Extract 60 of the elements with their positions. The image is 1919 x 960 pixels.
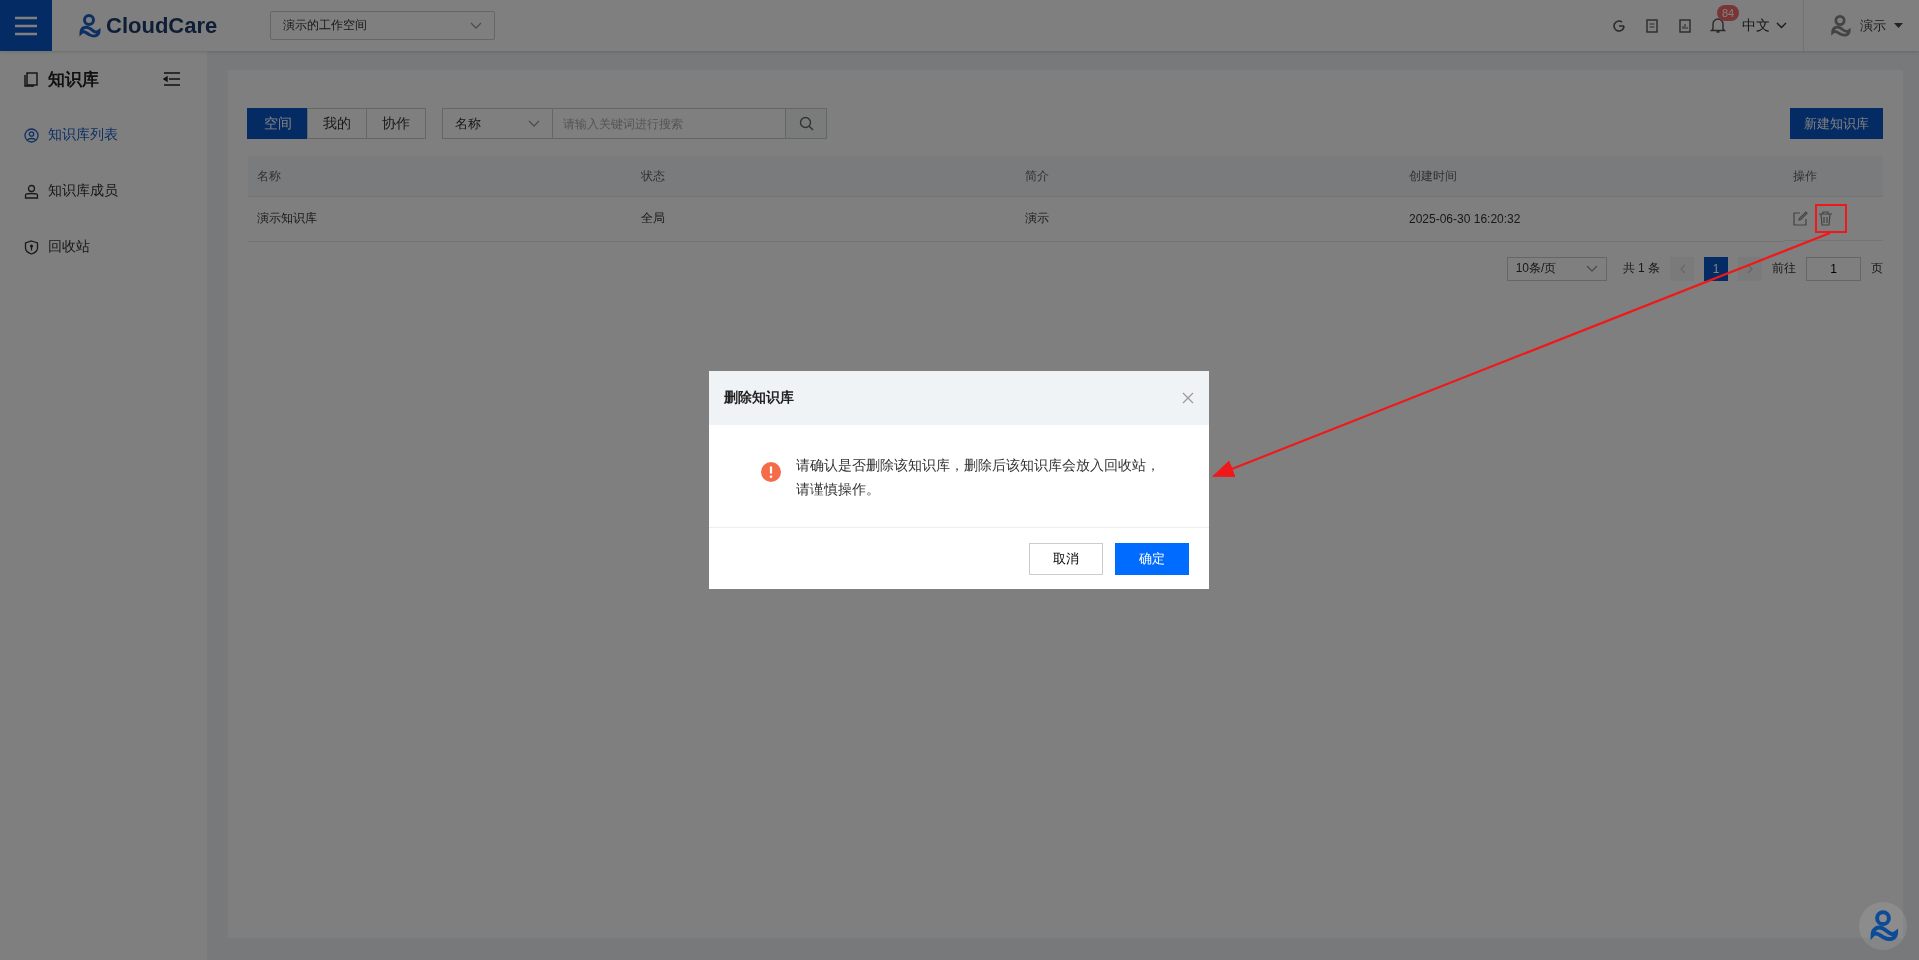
column-header: 简介 <box>1025 168 1049 183</box>
language-select[interactable]: 中文 <box>1742 16 1787 35</box>
document-icon[interactable] <box>1644 17 1660 34</box>
notification-badge: 84 <box>1717 5 1740 21</box>
collapse-icon[interactable] <box>163 72 180 86</box>
assistant-button[interactable] <box>1859 902 1907 950</box>
sidebar-item[interactable]: 知识库列表 <box>24 107 180 163</box>
close-icon[interactable] <box>1182 392 1194 404</box>
user-circle-icon <box>24 127 39 143</box>
menu-icon <box>14 15 38 36</box>
warning-icon <box>761 462 781 482</box>
goto-label: 前往 <box>1772 260 1796 277</box>
search-button[interactable] <box>786 108 827 139</box>
new-knowledge-base-button[interactable]: 新建知识库 <box>1790 108 1883 139</box>
book-icon <box>24 71 38 87</box>
chevron-down-icon <box>470 21 482 30</box>
table-cell: 2025-06-30 16:20:32 <box>1409 211 1521 226</box>
sidebar-title: 知识库 <box>48 68 99 91</box>
column-header: 创建时间 <box>1409 168 1457 183</box>
column-header: 操作 <box>1793 168 1817 183</box>
bell-icon[interactable] <box>1710 17 1726 34</box>
trash-icon[interactable] <box>1818 211 1833 226</box>
filter-tab[interactable]: 空间 <box>247 108 308 139</box>
chevron-right-icon <box>1746 263 1754 274</box>
page-input[interactable]: 1 <box>1806 256 1861 281</box>
sidebar-item[interactable]: 回收站 <box>24 219 180 275</box>
total-count: 共 1 条 <box>1622 260 1660 277</box>
page-unit: 页 <box>1871 260 1883 277</box>
dialog-title: 删除知识库 <box>724 389 794 407</box>
filter-tab[interactable]: 协作 <box>366 108 426 139</box>
workspace-select[interactable]: 演示的工作空间 <box>270 11 495 40</box>
page-button[interactable]: 1 <box>1704 256 1728 281</box>
shield-icon <box>24 239 39 255</box>
highlight-box <box>1815 204 1847 233</box>
page-size-select[interactable]: 10条/页 <box>1506 256 1607 281</box>
report-icon[interactable] <box>1677 17 1693 34</box>
refresh-icon[interactable] <box>1611 17 1627 34</box>
chevron-down-icon <box>528 119 540 128</box>
chevron-down-icon <box>1776 22 1787 29</box>
dialog-message: 请确认是否删除该知识库，删除后该知识库会放入回收站，请谨慎操作。 <box>796 456 1161 499</box>
column-header: 状态 <box>641 168 665 183</box>
filter-tab[interactable]: 我的 <box>307 108 367 139</box>
logo-text: CloudCare <box>106 12 218 39</box>
menu-button[interactable] <box>0 0 52 51</box>
sidebar-item[interactable]: 知识库成员 <box>24 163 180 219</box>
column-header: 名称 <box>257 168 281 183</box>
chevron-down-icon <box>1585 264 1598 273</box>
table-cell: 演示知识库 <box>257 211 317 226</box>
next-page-button[interactable] <box>1738 256 1762 281</box>
confirm-button[interactable]: 确定 <box>1115 543 1189 575</box>
edit-icon[interactable] <box>1793 211 1808 226</box>
avatar-icon <box>1828 13 1852 38</box>
cancel-button[interactable]: 取消 <box>1029 543 1103 575</box>
search-icon <box>798 116 814 131</box>
table-cell: 全局 <box>641 211 665 226</box>
caret-icon <box>1894 22 1903 29</box>
field-select[interactable]: 名称 <box>442 108 553 139</box>
user-menu[interactable]: 演示 <box>1828 13 1903 38</box>
person-icon <box>24 183 39 199</box>
table-cell: 演示 <box>1025 211 1049 226</box>
